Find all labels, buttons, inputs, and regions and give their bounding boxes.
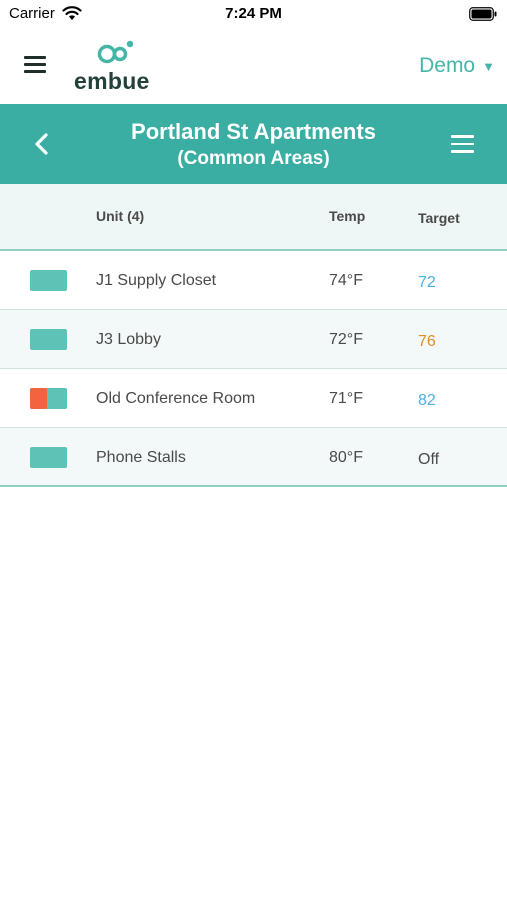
back-chevron-icon[interactable]	[32, 130, 52, 158]
logo-mark-icon	[97, 40, 134, 64]
unit-name: Phone Stalls	[96, 449, 186, 466]
unit-status-swatch	[30, 270, 67, 291]
column-header-temp[interactable]: Temp	[329, 208, 365, 224]
table-row[interactable]: J1 Supply Closet 74°F 72	[0, 251, 507, 310]
unit-status-swatch	[30, 447, 67, 468]
unit-status-swatch	[30, 329, 67, 350]
table-row[interactable]: Phone Stalls 80°F Off	[0, 428, 507, 487]
hamburger-menu-icon[interactable]	[24, 56, 46, 74]
unit-target[interactable]: 76	[418, 333, 436, 351]
account-label: Demo	[419, 54, 476, 77]
unit-temp: 74°F	[329, 272, 363, 289]
battery-icon	[469, 7, 497, 21]
unit-name: Old Conference Room	[96, 390, 256, 407]
app-bar: embue Demo ▼	[0, 30, 507, 104]
page-header: Portland St Apartments (Common Areas)	[0, 104, 507, 184]
table-row[interactable]: Old Conference Room 71°F 82	[0, 369, 507, 428]
clock: 7:24 PM	[225, 5, 282, 22]
dropdown-caret-icon: ▼	[482, 58, 495, 74]
table-header: Unit (4) Temp Target	[0, 184, 507, 251]
unit-name: J1 Supply Closet	[96, 272, 217, 289]
unit-temp: 71°F	[329, 390, 363, 407]
unit-status-swatch	[30, 388, 67, 409]
area-subtitle: (Common Areas)	[177, 148, 330, 169]
unit-target[interactable]: Off	[418, 451, 439, 469]
status-bar: Carrier 7:24 PM	[0, 0, 507, 30]
column-header-unit[interactable]: Unit (4)	[96, 208, 144, 224]
table-row[interactable]: J3 Lobby 72°F 76	[0, 310, 507, 369]
unit-target[interactable]: 72	[418, 274, 436, 292]
column-header-target[interactable]: Target	[418, 210, 460, 226]
account-dropdown[interactable]: Demo ▼	[419, 54, 495, 78]
embue-logo: embue	[74, 38, 158, 94]
header-menu-icon[interactable]	[451, 135, 474, 153]
logo-text: embue	[74, 68, 150, 94]
page-title: Portland St Apartments (Common Areas)	[70, 118, 437, 172]
unit-temp: 80°F	[329, 449, 363, 466]
building-name: Portland St Apartments	[131, 119, 376, 144]
units-table: J1 Supply Closet 74°F 72 J3 Lobby 72°F 7…	[0, 251, 507, 487]
unit-temp: 72°F	[329, 331, 363, 348]
heating-indicator	[30, 388, 47, 409]
unit-target[interactable]: 82	[418, 392, 436, 410]
unit-name: J3 Lobby	[96, 331, 161, 348]
